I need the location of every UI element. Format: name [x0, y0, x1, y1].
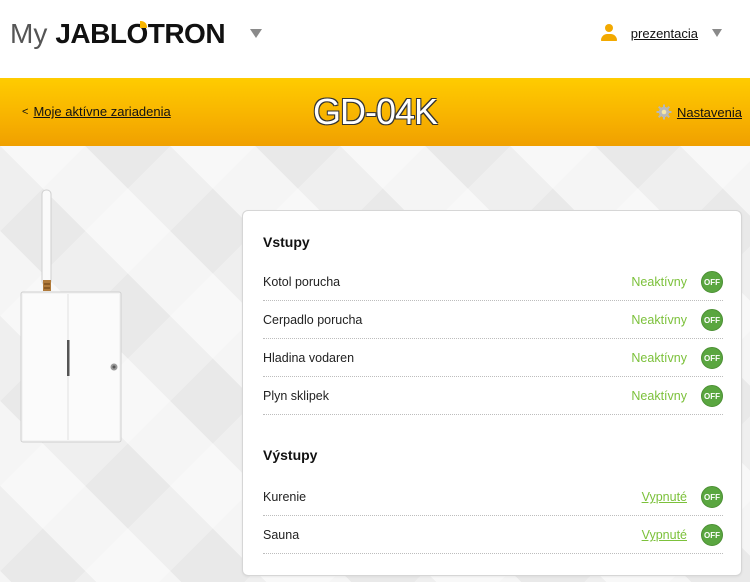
outputs-section-title: Výstupy [263, 447, 318, 463]
input-row: Kotol porucha Neaktívny OFF [263, 263, 723, 301]
inputs-section-title: Vstupy [263, 234, 310, 250]
input-name: Kotol porucha [263, 275, 341, 289]
logo-o-mark: O [126, 18, 148, 49]
off-toggle[interactable]: OFF [701, 486, 723, 508]
output-status-link[interactable]: Vypnuté [642, 490, 687, 504]
jablotron-logo[interactable]: My JABLOTRON [10, 18, 226, 52]
page-title: GD-04K [312, 91, 438, 132]
input-name: Plyn sklipek [263, 389, 329, 403]
input-row: Plyn sklipek Neaktívny OFF [263, 377, 723, 415]
input-row: Hladina vodaren Neaktívny OFF [263, 339, 723, 377]
output-name: Sauna [263, 528, 300, 542]
user-icon [600, 24, 617, 42]
user-name-link[interactable]: prezentacia [631, 26, 698, 41]
off-toggle[interactable]: OFF [701, 524, 723, 546]
input-name: Cerpadlo porucha [263, 313, 363, 327]
settings-label[interactable]: Nastavenia [677, 105, 742, 120]
input-status: Neaktívny [631, 351, 687, 365]
logo-my-text: My [10, 18, 48, 49]
output-status-link[interactable]: Vypnuté [642, 528, 687, 542]
input-row: Cerpadlo porucha Neaktívny OFF [263, 301, 723, 339]
input-name: Hladina vodaren [263, 351, 355, 365]
off-toggle[interactable]: OFF [701, 347, 723, 369]
off-toggle[interactable]: OFF [701, 271, 723, 293]
input-status: Neaktívny [631, 313, 687, 327]
off-toggle[interactable]: OFF [701, 385, 723, 407]
logo-brand-part: TRON [147, 18, 226, 49]
output-row: Sauna Vypnuté OFF [263, 516, 723, 554]
user-menu[interactable]: prezentacia [600, 24, 722, 42]
gear-icon [656, 104, 672, 120]
off-toggle[interactable]: OFF [701, 309, 723, 331]
input-status: Neaktívny [631, 275, 687, 289]
device-image [20, 189, 122, 443]
input-status: Neaktívny [631, 389, 687, 403]
top-header: My JABLOTRON prezentacia [0, 0, 750, 78]
settings-link[interactable]: Nastavenia [656, 104, 742, 120]
logo-brand-part: JABL [55, 18, 127, 49]
output-row: Kurenie Vypnuté OFF [263, 478, 723, 516]
chevron-down-icon[interactable] [250, 29, 262, 38]
logo-brand-text: JABLOTRON [55, 18, 225, 50]
io-panel: Vstupy Kotol porucha Neaktívny OFF Cerpa… [242, 210, 742, 576]
output-name: Kurenie [263, 490, 307, 504]
chevron-down-icon[interactable] [712, 29, 722, 37]
